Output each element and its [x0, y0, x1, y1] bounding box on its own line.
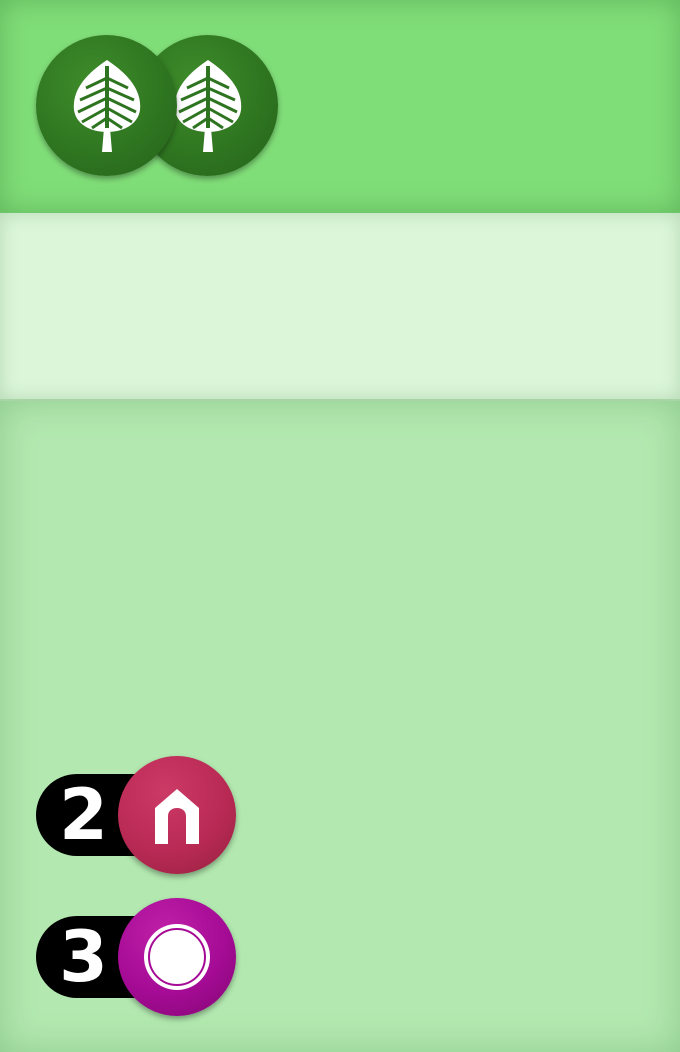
circle-icon	[144, 924, 210, 990]
circle-token[interactable]	[118, 898, 236, 1016]
resource-counter-circle[interactable]: 3	[36, 898, 236, 1018]
house-token[interactable]	[118, 756, 236, 874]
leaf-icon	[174, 59, 241, 152]
house-icon	[155, 789, 199, 844]
resource-counter-house[interactable]: 2	[36, 756, 236, 876]
resource-count: 2	[59, 774, 108, 856]
top-panel	[0, 0, 680, 213]
resource-count: 3	[59, 916, 108, 998]
middle-panel	[0, 213, 680, 401]
leaf-token-1[interactable]	[36, 35, 177, 176]
leaf-icon	[73, 59, 140, 152]
